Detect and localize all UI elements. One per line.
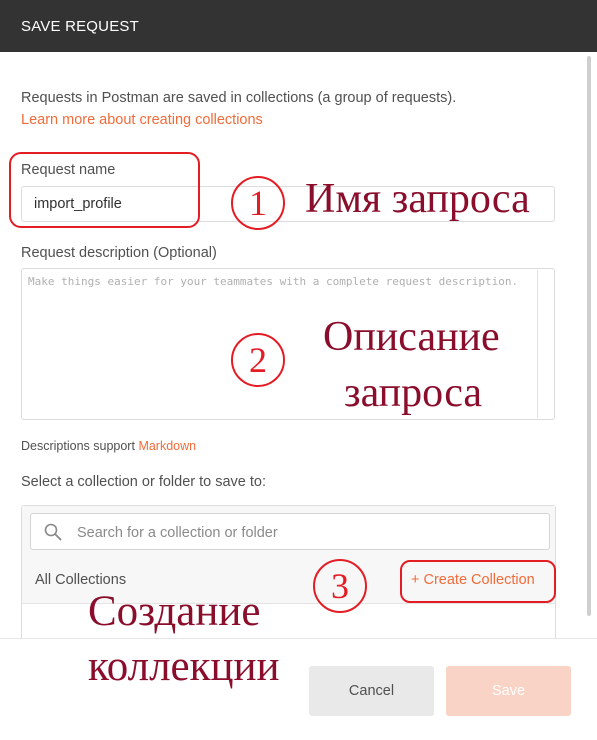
create-collection-link[interactable]: + Create Collection [411,572,535,588]
annotation-step-2-line-2: запроса [344,370,482,416]
request-name-label: Request name [21,162,116,178]
request-description-label: Request description (Optional) [21,245,217,261]
annotation-step-2-marker: 2 [231,333,285,387]
learn-more-link[interactable]: Learn more about creating collections [21,112,263,128]
search-icon [44,523,62,541]
descriptions-support-text: Descriptions support [21,439,135,453]
dialog-title: SAVE REQUEST [21,18,139,35]
annotation-step-1-text: Имя запроса [305,176,530,222]
markdown-link[interactable]: Markdown [138,439,196,453]
select-collection-label: Select a collection or folder to save to… [21,474,267,490]
annotation-step-1-marker: 1 [231,176,285,230]
intro-text: Requests in Postman are saved in collect… [21,90,457,106]
annotation-step-3-marker: 3 [313,559,367,613]
save-button[interactable]: Save [446,666,571,716]
collection-search-box[interactable] [30,513,550,551]
annotation-step-3-line-1: Создание [88,588,261,635]
annotation-step-2-line-1: Описание [323,314,500,360]
annotation-step-3-line-2: коллекции [88,643,280,690]
cancel-button[interactable]: Cancel [309,666,434,716]
dialog-header: SAVE REQUEST [0,0,597,52]
scrollbar-thumb[interactable] [587,56,591,616]
dialog-scrollbar[interactable] [585,56,593,636]
collection-search-input[interactable] [75,514,539,551]
descriptions-support-note: Descriptions support Markdown [21,439,196,453]
all-collections-breadcrumb[interactable]: All Collections [35,572,126,588]
description-scrollbar[interactable] [537,270,538,418]
